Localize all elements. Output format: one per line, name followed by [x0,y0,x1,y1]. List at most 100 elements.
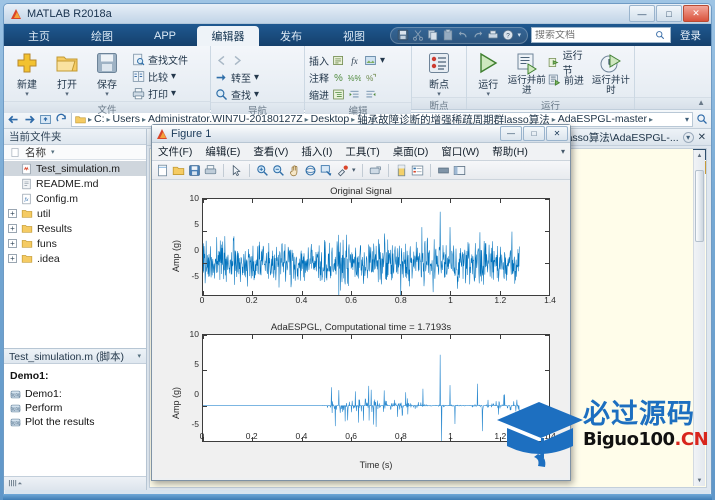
indent-button[interactable]: 缩进 [309,86,385,102]
search-input[interactable] [535,29,653,41]
list-item[interactable]: Test_simulation.m [4,161,146,176]
print-button[interactable]: 打印 ▾ [132,85,188,101]
find-caret[interactable]: ▾ [254,89,259,100]
ribbon-tab-view[interactable]: 视图 [323,26,385,46]
list-item[interactable]: %% Demo1: [10,387,140,401]
menu-overflow-chevron-down-icon[interactable]: ▾ [561,147,565,156]
wrap-comment-icon[interactable]: % [364,71,377,84]
run-advance-button[interactable]: 运行并前进 [508,49,546,96]
expand-toggle-icon[interactable]: + [8,224,17,233]
new-button[interactable]: 新建 ▾ [8,49,46,98]
list-item[interactable]: + funs [4,236,146,251]
list-item[interactable]: README.md [4,176,146,191]
file-list-column-header[interactable]: 名称 ▾ [4,145,146,160]
resize-grip-icon[interactable] [8,479,22,488]
print-figure-icon[interactable] [204,164,217,177]
nav-backforward-row[interactable] [215,52,259,68]
legend-icon[interactable] [411,164,424,177]
quick-access-chevron-down-icon[interactable]: ▾ [517,31,521,39]
list-item[interactable]: + util [4,206,146,221]
up-folder-icon[interactable] [39,113,52,126]
new-figure-icon[interactable] [156,164,169,177]
refresh-icon[interactable] [55,113,68,126]
pointer-icon[interactable] [230,164,243,177]
plot-axes[interactable] [202,198,550,296]
link-plot-icon[interactable] [369,164,382,177]
compare-caret[interactable]: ▾ [171,71,176,82]
menu-file[interactable]: 文件(F) [158,144,192,159]
sort-chevron-down-icon[interactable]: ▾ [51,148,55,156]
goto-button[interactable]: 转至 ▾ [215,69,259,85]
close-button[interactable]: ✕ [683,5,709,22]
scroll-up-arrow-icon[interactable]: ▲ [695,150,704,161]
breadcrumb-item-adaespgl[interactable]: AdaESPGL-master [558,113,647,125]
compare-button[interactable]: 比较 ▾ [132,68,188,84]
brush-caret-icon[interactable]: ▾ [352,166,356,174]
indent-left-icon[interactable] [364,88,377,101]
forward-arrow-icon[interactable] [23,113,36,126]
expand-toggle-icon[interactable]: + [8,209,17,218]
ribbon-tab-editor[interactable]: 编辑器 [197,26,259,46]
list-item[interactable]: fx Config.m [4,191,146,206]
ribbon-collapse-button[interactable]: ▲ [635,97,711,109]
brush-icon[interactable] [336,164,349,177]
menu-insert[interactable]: 插入(I) [301,144,332,159]
insert-image-icon[interactable] [364,54,377,67]
menu-desktop[interactable]: 桌面(D) [393,144,429,159]
ribbon-tab-home[interactable]: 主页 [8,26,70,46]
editor-tab-label[interactable]: asso算法\AdaESPGL-... [567,130,679,145]
list-item[interactable]: + .idea [4,251,146,266]
insert-caret[interactable]: ▾ [380,55,385,66]
breadcrumb-dropdown-icon[interactable]: ▾ [685,115,689,124]
details-chevron-down-icon[interactable]: ▾ [137,352,141,360]
figure-close-button[interactable]: ✕ [546,126,568,141]
zoom-out-icon[interactable] [272,164,285,177]
maximize-button[interactable]: □ [656,5,682,22]
figure-maximize-button[interactable]: □ [523,126,545,141]
list-item[interactable]: + Results [4,221,146,236]
print-caret[interactable]: ▾ [171,88,176,99]
show-plot-tools-icon[interactable] [453,164,466,177]
menu-edit[interactable]: 编辑(E) [205,144,240,159]
save-button[interactable]: 保存 ▾ [88,49,126,98]
list-item[interactable]: %% Perform [10,401,140,415]
window-controls[interactable]: — □ ✕ [629,5,709,22]
scroll-down-arrow-icon[interactable]: ▼ [695,475,704,486]
save-icon[interactable] [397,29,409,41]
editor-tab-close-icon[interactable]: ✕ [698,132,706,143]
find-button[interactable]: 查找 ▾ [215,86,259,102]
indent-right-icon[interactable] [348,88,361,101]
run-and-time-button[interactable]: 运行并计时 [592,49,630,96]
figure-minimize-button[interactable]: — [500,126,522,141]
file-list[interactable]: Test_simulation.m README.md fx Config.m … [4,160,146,348]
zoom-in-icon[interactable] [256,164,269,177]
advance-button[interactable]: 前进 [548,71,590,87]
menu-tools[interactable]: 工具(T) [345,144,379,159]
editor-tab-dropdown-icon[interactable]: ▾ [682,131,694,143]
function-icon[interactable]: fx [348,54,361,67]
data-cursor-icon[interactable] [320,164,333,177]
documentation-search-box[interactable] [531,27,671,43]
search-icon[interactable] [655,30,665,40]
expand-toggle-icon[interactable]: + [8,239,17,248]
help-icon[interactable]: ? [502,29,514,41]
expand-toggle-icon[interactable]: + [8,254,17,263]
menu-help[interactable]: 帮助(H) [492,144,528,159]
save-button-caret[interactable]: ▾ [105,91,109,98]
menu-window[interactable]: 窗口(W) [441,144,479,159]
save-figure-icon[interactable] [188,164,201,177]
breakpoints-button[interactable]: 断点 ▾ [420,49,458,98]
comment-button[interactable]: 注释 % %% % [309,69,385,85]
login-button[interactable]: 登录 [674,28,707,43]
ribbon-tab-plots[interactable]: 绘图 [71,26,133,46]
scrollbar-thumb[interactable] [695,170,704,242]
back-arrow-icon[interactable] [7,113,20,126]
find-files-button[interactable]: 查找文件 [132,51,188,67]
figure-window-controls[interactable]: — □ ✕ [500,126,568,141]
open-button-caret[interactable]: ▾ [65,91,69,98]
menu-view[interactable]: 查看(V) [253,144,288,159]
run-section-button[interactable]: 运行节 [548,51,590,77]
insert-button[interactable]: 插入 fx ▾ [309,52,385,68]
run-button[interactable]: 运行 ▾ [471,49,506,98]
open-button[interactable]: 打开 ▾ [48,49,86,98]
